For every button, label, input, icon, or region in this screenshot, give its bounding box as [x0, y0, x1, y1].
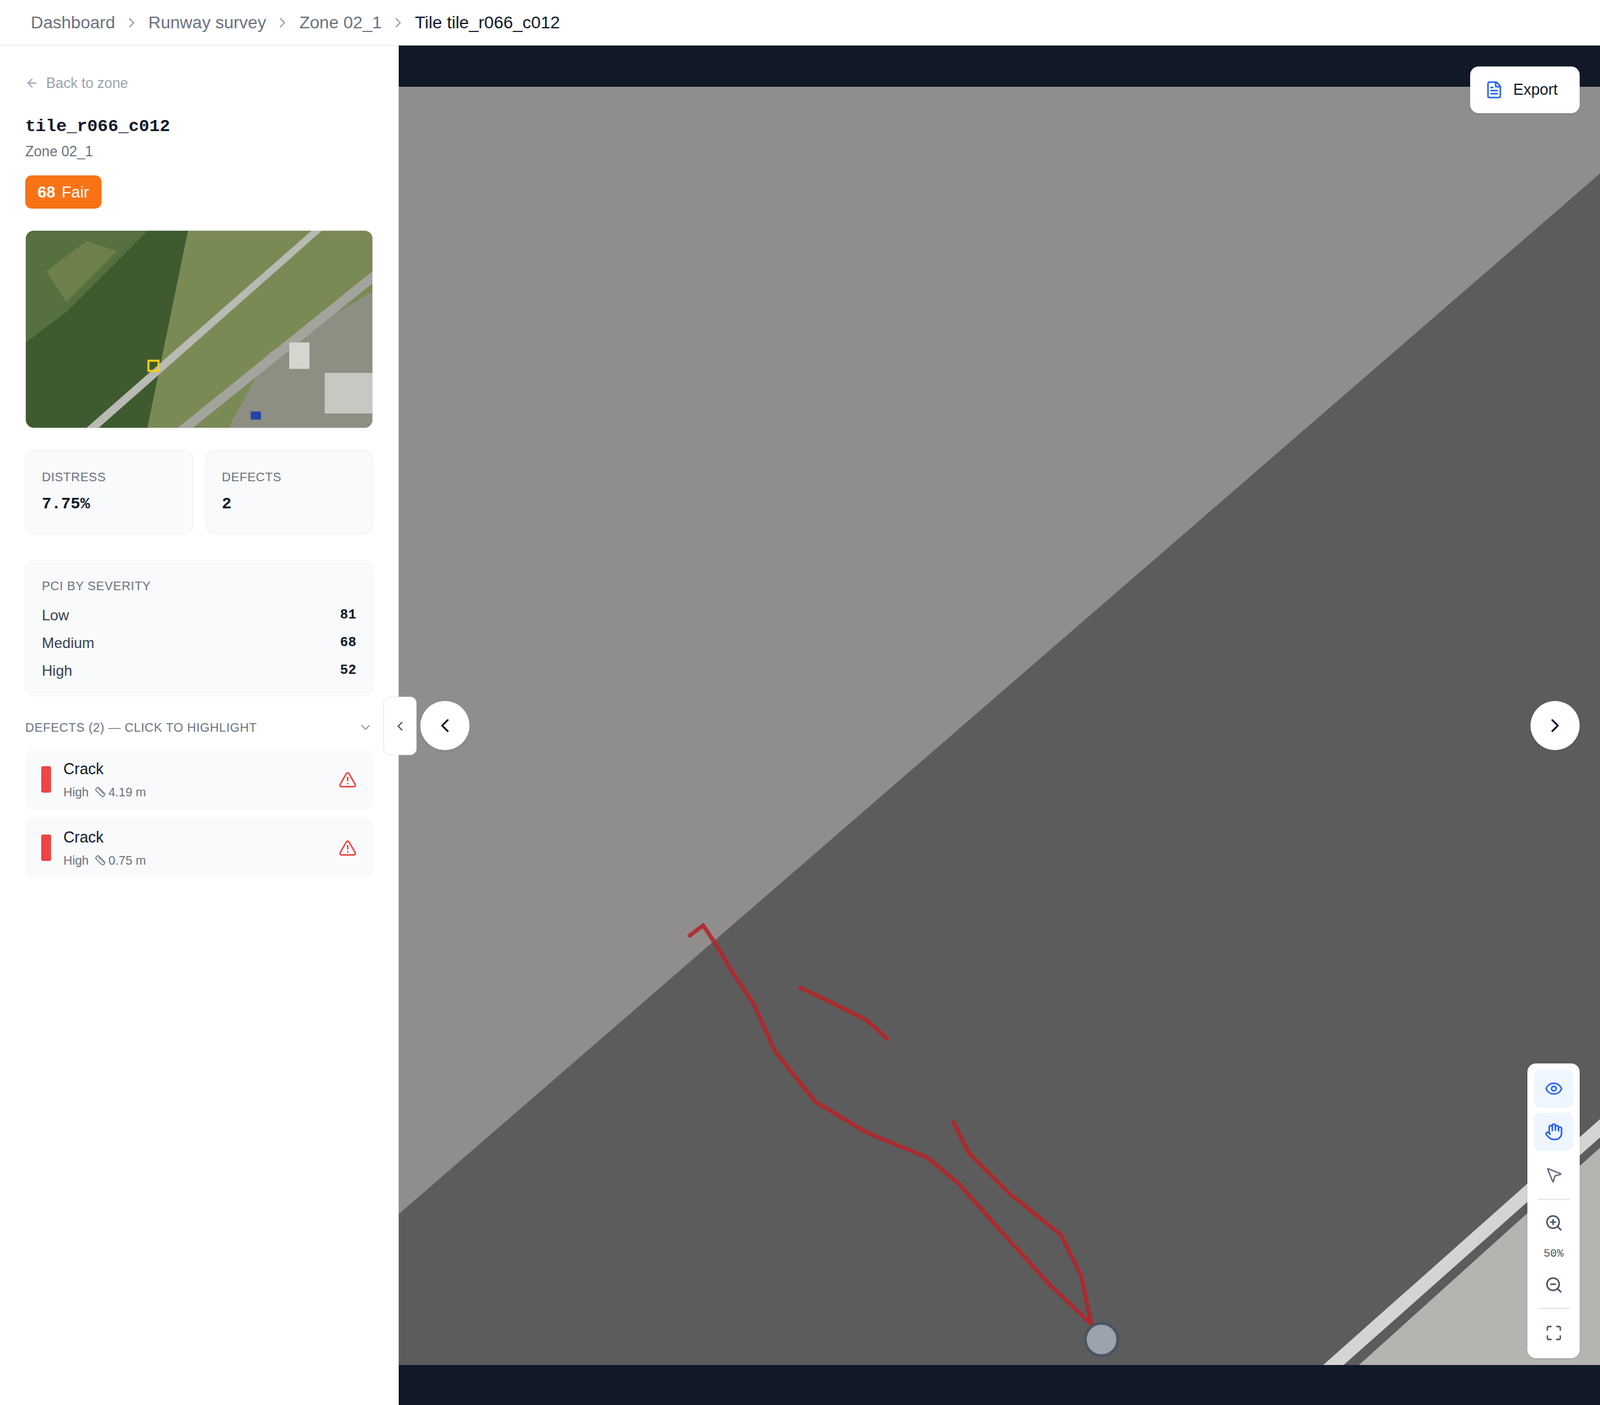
toolbar: 50% [1527, 1063, 1580, 1359]
map-thumbnail[interactable] [25, 230, 373, 429]
body: Back to zone tile_r066_c012Zone 02_1 68Fai… [0, 45, 1600, 1405]
stats: DISTRESS7.75%DEFECTS2 [25, 449, 373, 535]
breadcrumb-item[interactable]: Zone 02_1 [299, 9, 382, 36]
pci-row: Medium68 [41, 628, 357, 657]
satellite-map [25, 230, 373, 428]
defect-item[interactable]: CrackHigh0.75 m [25, 817, 373, 879]
breadcrumb-item: Tile tile_r066_c012 [414, 9, 560, 36]
next-tile-button[interactable] [1530, 700, 1580, 751]
zoom-out-button[interactable] [1534, 1267, 1574, 1303]
sidebar: Back to zone tile_r066_c012Zone 02_1 68Fai… [0, 45, 399, 1405]
toolbar-divider [1537, 1307, 1570, 1309]
back-link[interactable]: Back to zone [25, 72, 373, 95]
stat-card: DISTRESS7.75% [25, 449, 194, 535]
pci-row: Low81 [41, 601, 357, 629]
document-icon [1484, 80, 1504, 100]
breadcrumb-bar: Dashboard Runway survey Zone 02_1 Tile tile… [0, 0, 1600, 46]
zoom-in-icon [1544, 1213, 1564, 1232]
export-button[interactable]: Export [1470, 66, 1580, 114]
zoom-in-button[interactable] [1534, 1204, 1574, 1241]
tile-title: tile_r066_c012 [25, 116, 373, 138]
toolbar-divider [1537, 1198, 1570, 1200]
tile-image [398, 86, 1600, 1365]
tool-button[interactable] [1534, 1069, 1574, 1108]
chevron-right-icon [390, 14, 407, 31]
ruler-icon [94, 854, 106, 866]
chevron-right-icon [123, 14, 140, 31]
stat-card: DEFECTS2 [205, 449, 374, 535]
previous-tile-button[interactable] [420, 700, 470, 751]
pci-card: PCI BY SEVERITYLow81Medium68High52 [25, 560, 373, 696]
alert-icon [338, 770, 357, 789]
chevron-left-icon [433, 714, 456, 737]
breadcrumb-item[interactable]: Dashboard [30, 9, 116, 36]
app: Dashboard Runway survey Zone 02_1 Tile tile… [0, 0, 1600, 1405]
collapse-sidebar-button[interactable] [383, 696, 417, 756]
score-badge: 68Fair [25, 175, 102, 209]
zoom-level: 50% [1543, 1245, 1564, 1263]
fullscreen-button[interactable] [1534, 1313, 1574, 1352]
arrow-left-icon [25, 76, 39, 90]
pointer-icon [1544, 1165, 1564, 1184]
zoom-out-icon [1544, 1275, 1564, 1295]
image-viewer[interactable]: Export 50% [398, 45, 1600, 1405]
ruler-icon [94, 786, 106, 798]
chevron-left-icon [392, 718, 408, 734]
chevron-right-icon [274, 14, 291, 31]
tool-button[interactable] [1534, 1155, 1574, 1194]
defect-item[interactable]: CrackHigh4.19 m [25, 748, 373, 810]
alert-icon [338, 838, 357, 858]
breadcrumb-item[interactable]: Runway survey [148, 9, 266, 36]
pci-row: High52 [41, 656, 357, 685]
fullscreen-icon [1545, 1324, 1563, 1342]
defect-list: CrackHigh4.19 m CrackHigh0.75 m [25, 748, 373, 879]
tile-subtitle: Zone 02_1 [25, 140, 373, 163]
hand-icon [1544, 1122, 1564, 1141]
defects-header[interactable]: DEFECTS (2) — CLICK TO HIGHLIGHT [25, 718, 373, 737]
tool-button[interactable] [1534, 1112, 1574, 1151]
chevron-right-icon [1544, 714, 1567, 737]
eye-icon [1544, 1079, 1564, 1098]
chevron-down-icon [358, 720, 373, 735]
